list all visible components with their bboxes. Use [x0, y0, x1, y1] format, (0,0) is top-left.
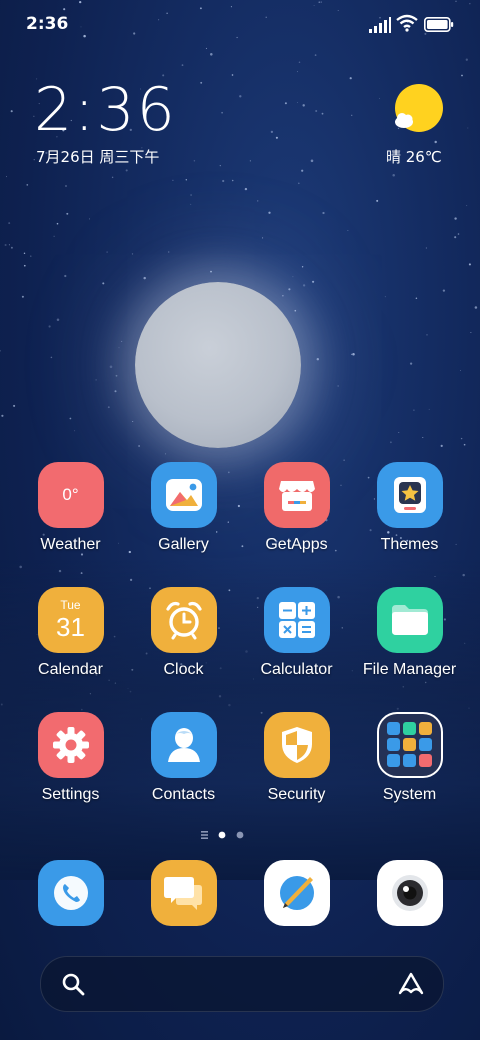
settings-icon[interactable] [37, 712, 104, 778]
shield-glyph [281, 727, 312, 763]
app-calculator[interactable]: Calculator [240, 587, 353, 679]
dock-phone[interactable] [14, 860, 127, 926]
camera-icon[interactable] [376, 860, 443, 926]
app-settings[interactable]: Settings [14, 712, 127, 804]
weather-icon[interactable]: 0° [37, 462, 104, 528]
weather-text: 晴 26℃ [386, 148, 442, 166]
clock-icon[interactable] [150, 587, 217, 653]
store-glyph [278, 481, 315, 511]
person-glyph [167, 728, 200, 762]
wifi-icon [396, 14, 418, 32]
feed-indicator-icon [201, 831, 208, 833]
page-dot [236, 831, 244, 839]
lockclock-time[interactable]: 2:36 [34, 78, 177, 142]
app-contacts[interactable]: Contacts [127, 712, 240, 804]
calendar-day: Tue [60, 598, 81, 612]
search-bar[interactable] [40, 956, 444, 1012]
themes-glyph [393, 477, 426, 513]
app-label: GetApps [265, 536, 328, 553]
system-folder-icon[interactable] [376, 712, 443, 778]
app-calendar[interactable]: Tue 31 Calendar [14, 587, 127, 679]
app-getapps[interactable]: GetApps [240, 462, 353, 554]
folder-glyph [391, 605, 428, 635]
compass-glyph [279, 876, 314, 910]
sunny-weather-icon[interactable] [392, 84, 444, 136]
lens-glyph [391, 875, 428, 911]
search-icon[interactable] [61, 972, 85, 996]
phone-icon[interactable] [37, 860, 104, 926]
app-label: Clock [163, 661, 204, 678]
calendar-icon[interactable]: Tue 31 [37, 587, 104, 653]
messages-icon[interactable] [150, 860, 217, 926]
app-label: Settings [41, 786, 100, 803]
phone-glyph [53, 876, 88, 910]
page-dot-active [218, 831, 226, 839]
app-label: Contacts [151, 786, 216, 803]
app-label: System [382, 786, 437, 803]
app-label: Calendar [38, 661, 103, 678]
gallery-icon[interactable] [150, 462, 217, 528]
weather-icon-temp: 0° [62, 485, 79, 504]
gallery-glyph [165, 479, 202, 511]
app-label: Calculator [260, 661, 333, 678]
app-themes[interactable]: Themes [353, 462, 466, 554]
file-manager-icon[interactable] [376, 587, 443, 653]
app-label: Gallery [158, 536, 209, 553]
assistant-icon[interactable] [397, 971, 425, 997]
dock-messages[interactable] [127, 860, 240, 926]
contacts-icon[interactable] [150, 712, 217, 778]
app-clock[interactable]: Clock [127, 587, 240, 679]
app-security[interactable]: Security [240, 712, 353, 804]
getapps-icon[interactable] [263, 462, 330, 528]
battery-icon [424, 17, 454, 32]
calculator-glyph [278, 602, 315, 638]
browser-icon[interactable] [263, 860, 330, 926]
app-label: File Manager [362, 661, 457, 678]
status-time: 2:36 [26, 14, 69, 34]
moon-image [135, 282, 301, 448]
calendar-date: 31 [56, 612, 85, 642]
alarm-clock-glyph [165, 601, 202, 640]
app-system-folder[interactable]: System [353, 712, 466, 804]
page-indicator[interactable] [200, 828, 260, 842]
signal-icon [369, 17, 391, 33]
dock-camera[interactable] [353, 860, 466, 926]
app-label: Security [267, 786, 326, 803]
calculator-icon[interactable] [263, 587, 330, 653]
themes-icon[interactable] [376, 462, 443, 528]
app-label: Themes [380, 536, 439, 553]
folder-grid-glyph [386, 722, 432, 767]
status-bar: 2:36 [0, 0, 480, 52]
app-weather[interactable]: 0° Weather [14, 462, 127, 554]
gear-glyph [52, 727, 89, 763]
dock-browser[interactable] [240, 860, 353, 926]
security-icon[interactable] [263, 712, 330, 778]
app-file-manager[interactable]: File Manager [353, 587, 466, 679]
app-gallery[interactable]: Gallery [127, 462, 240, 554]
lockclock-date: 7月26日 周三下午 [36, 148, 160, 166]
app-label: Weather [40, 536, 101, 553]
chat-bubbles-glyph [163, 877, 202, 910]
